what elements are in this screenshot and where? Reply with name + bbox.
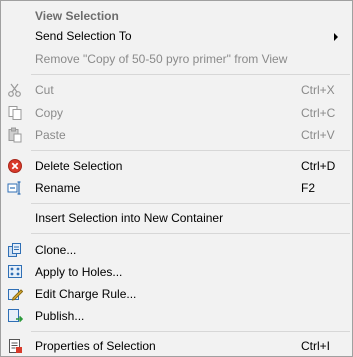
- menu-item-rename[interactable]: Rename F2: [1, 177, 352, 199]
- clone-label: Clone...: [35, 243, 77, 257]
- menu-item-delete-selection[interactable]: Delete Selection Ctrl+D: [1, 155, 352, 177]
- submenu-arrow-icon: [334, 33, 338, 41]
- separator: [31, 203, 350, 204]
- copy-shortcut: Ctrl+C: [301, 106, 336, 120]
- delete-selection-label: Delete Selection: [35, 159, 123, 173]
- menu-header-label: View Selection: [35, 9, 119, 23]
- paste-label: Paste: [35, 128, 66, 142]
- menu-item-send-selection-to[interactable]: Send Selection To: [1, 25, 352, 47]
- edit-charge-rule-label: Edit Charge Rule...: [35, 287, 137, 301]
- properties-icon: [7, 338, 23, 354]
- separator: [31, 74, 350, 75]
- publish-icon: [7, 308, 23, 324]
- menu-item-insert-into-new-container[interactable]: Insert Selection into New Container: [1, 207, 352, 229]
- edit-charge-rule-icon: [7, 286, 23, 302]
- menu-item-publish[interactable]: Publish...: [1, 305, 352, 327]
- properties-shortcut: Ctrl+I: [301, 339, 331, 353]
- copy-label: Copy: [35, 106, 64, 120]
- menu-item-paste[interactable]: Paste Ctrl+V: [1, 124, 352, 146]
- menu-item-apply-to-holes[interactable]: Apply to Holes...: [1, 261, 352, 283]
- properties-label: Properties of Selection: [35, 339, 156, 353]
- insert-into-new-container-label: Insert Selection into New Container: [35, 211, 224, 225]
- separator: [31, 331, 350, 332]
- apply-to-holes-icon: [7, 264, 23, 280]
- publish-label: Publish...: [35, 309, 85, 323]
- paste-icon: [7, 127, 23, 143]
- rename-shortcut: F2: [301, 181, 316, 195]
- context-menu: View Selection Send Selection To Remove …: [0, 0, 353, 357]
- delete-icon: [7, 158, 23, 174]
- scissors-icon: [7, 82, 23, 98]
- remove-from-view-label: Remove "Copy of 50-50 pyro primer" from …: [35, 52, 288, 66]
- delete-selection-shortcut: Ctrl+D: [301, 159, 336, 173]
- separator: [31, 233, 350, 234]
- cut-label: Cut: [35, 83, 54, 97]
- separator: [31, 150, 350, 151]
- clone-icon: [7, 242, 23, 258]
- menu-item-copy[interactable]: Copy Ctrl+C: [1, 102, 352, 124]
- rename-label: Rename: [35, 181, 81, 195]
- copy-icon: [7, 105, 23, 121]
- menu-item-cut[interactable]: Cut Ctrl+X: [1, 79, 352, 101]
- paste-shortcut: Ctrl+V: [301, 128, 335, 142]
- menu-item-properties[interactable]: Properties of Selection Ctrl+I: [1, 335, 352, 357]
- apply-to-holes-label: Apply to Holes...: [35, 265, 123, 279]
- send-selection-to-label: Send Selection To: [35, 29, 132, 43]
- menu-item-remove-from-view[interactable]: Remove "Copy of 50-50 pyro primer" from …: [1, 48, 352, 70]
- menu-header: View Selection: [1, 5, 352, 27]
- cut-shortcut: Ctrl+X: [301, 83, 335, 97]
- rename-icon: [7, 180, 23, 196]
- menu-item-edit-charge-rule[interactable]: Edit Charge Rule...: [1, 283, 352, 305]
- menu-item-clone[interactable]: Clone...: [1, 239, 352, 261]
